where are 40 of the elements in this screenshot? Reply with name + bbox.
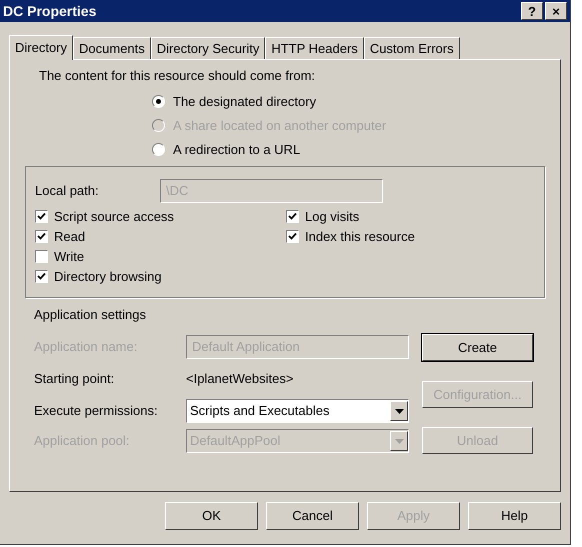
- help-button[interactable]: ?: [521, 2, 543, 20]
- radio-button[interactable]: [152, 143, 165, 156]
- radio-label: A redirection to a URL: [173, 140, 300, 159]
- checkbox[interactable]: [286, 210, 299, 223]
- field-label: Execute permissions:: [34, 402, 159, 420]
- field-label: Starting point:: [34, 370, 116, 388]
- dialog-button[interactable]: Help: [468, 502, 561, 530]
- tab[interactable]: Documents: [73, 37, 151, 59]
- close-button[interactable]: ×: [545, 2, 567, 20]
- starting-point-value: <IplanetWebsites>: [186, 370, 294, 388]
- tab[interactable]: Custom Errors: [364, 37, 460, 59]
- check-icon: [37, 272, 46, 281]
- check-icon: [37, 232, 46, 241]
- section-heading: Application settings: [34, 306, 148, 324]
- radio-label: The designated directory: [173, 92, 316, 111]
- checkbox-label: Script source access: [54, 208, 174, 226]
- tab[interactable]: Directory: [9, 35, 74, 60]
- app-setting-button[interactable]: Create: [422, 334, 533, 361]
- check-icon: [37, 212, 46, 221]
- checkbox-label: Index this resource: [305, 228, 415, 246]
- tab[interactable]: HTTP Headers: [265, 37, 364, 59]
- checkbox[interactable]: [35, 250, 48, 263]
- field-label: Local path:: [35, 182, 100, 200]
- check-icon: [288, 212, 297, 221]
- checkbox[interactable]: [286, 230, 299, 243]
- checkbox-label: Log visits: [305, 208, 360, 226]
- source-prompt: The content for this resource should come from:: [39, 67, 316, 85]
- checkbox-label: Write: [54, 248, 84, 266]
- checkbox[interactable]: [35, 270, 48, 283]
- dialog-button[interactable]: OK: [165, 502, 258, 530]
- dialog-button[interactable]: Cancel: [266, 502, 359, 530]
- window-title: DC Properties: [3, 2, 96, 21]
- checkbox[interactable]: [35, 230, 48, 243]
- check-icon: [288, 232, 297, 241]
- radio-button[interactable]: [152, 95, 165, 108]
- checkbox-label: Directory browsing: [54, 268, 162, 286]
- tab[interactable]: Directory Security: [150, 37, 266, 59]
- checkbox[interactable]: [35, 210, 48, 223]
- dropdown[interactable]: Scripts and Executables: [186, 399, 409, 423]
- checkbox-label: Read: [54, 228, 86, 246]
